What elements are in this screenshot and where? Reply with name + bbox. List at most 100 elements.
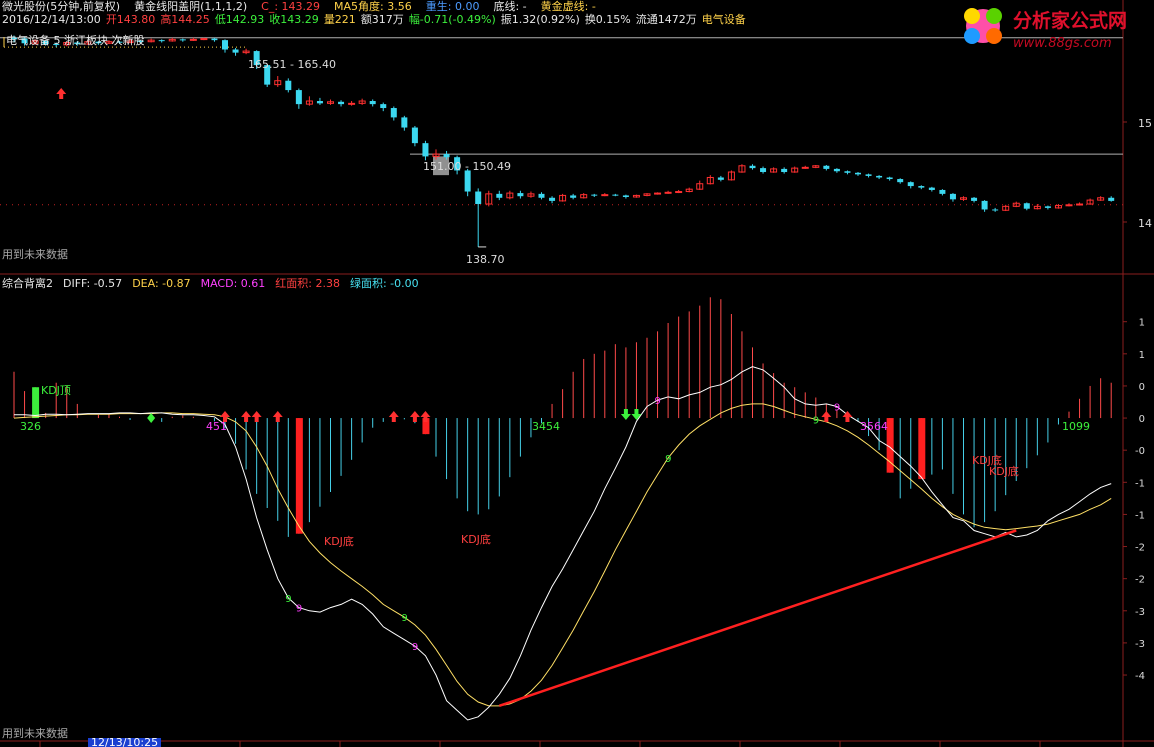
indicator-values-line: 综合背离2 DIFF: -0.57 DEA: -0.87 MACD: 0.61 红面积:… — [2, 277, 429, 290]
count-nine-label: 9 — [285, 594, 291, 605]
candle-body-down — [496, 193, 503, 198]
area-count-label: 1099 — [1062, 420, 1090, 433]
macd-y-tick-label: -2 — [1135, 543, 1145, 554]
candle-body-down — [949, 193, 956, 200]
header-item-6: 黄金虚线: - — [540, 0, 596, 13]
candle-body-up — [801, 166, 809, 169]
candle-body-down — [443, 154, 450, 158]
quote-item-8: 振1.32(0.92%) — [500, 13, 580, 26]
candle-body-down — [907, 182, 914, 187]
quote-item-2: 高144.25 — [160, 13, 210, 26]
candle-body-up — [1076, 203, 1084, 206]
candle-body-down — [591, 194, 598, 196]
count-nine-label: 9 — [412, 642, 418, 653]
candle-body-down — [865, 174, 872, 176]
up-arrow-signal-top — [56, 88, 67, 99]
kdj-bottom-label: KDJ底 — [989, 464, 1019, 478]
candle-body-down — [222, 40, 228, 50]
area-count-label: 3564 — [860, 420, 888, 433]
selected-time-label: 12/13/10:25 — [88, 738, 162, 747]
header-item-3: MA5角度: 3.56 — [334, 0, 412, 13]
header-item-5: 底线: - — [493, 0, 527, 13]
quote-item-0: 2016/12/14/13:00 — [2, 13, 101, 26]
candle-body-down — [422, 143, 429, 157]
header-item-2: C_: 143.29 — [261, 0, 321, 13]
kdj-signal-bar — [32, 387, 40, 419]
price-label-low: 138.70 — [466, 253, 505, 266]
candle-body-down — [179, 39, 186, 41]
quote-item-1: 开143.80 — [105, 13, 156, 26]
up-arrow-signal — [409, 411, 420, 423]
candle-body-down — [158, 40, 165, 42]
macd-y-tick-label: 1 — [1139, 318, 1145, 329]
macd-y-tick-label: -4 — [1135, 671, 1145, 682]
chart-canvas[interactable]: 1100-0-1-1-2-2-3-3-499999999326 451 3454 35… — [0, 0, 1154, 747]
candle-body-up — [200, 38, 208, 41]
header-item-0: 微光股份(5分钟,前复权) — [2, 0, 121, 13]
site-logo: 分析家公式网 www.88gs.com — [957, 0, 1154, 56]
candle-body-up — [675, 191, 683, 194]
header-item-1: 黄金线阳盖阴(1,1,1,2) — [134, 0, 248, 13]
candle-body-down — [876, 175, 883, 178]
logo-title: 分析家公式网 — [1013, 10, 1128, 32]
candle-body-down — [401, 117, 408, 128]
macd-y-tick-label: -1 — [1135, 478, 1145, 489]
count-nine-label: 9 — [834, 402, 840, 413]
candle-body-down — [971, 197, 978, 201]
candle-body-down — [475, 191, 482, 205]
macd-y-tick-label: -0 — [1135, 446, 1145, 457]
candle-body-up — [348, 102, 356, 105]
quote-item-7: 幅-0.71(-0.49%) — [408, 13, 496, 26]
price-label-high-1: 165.51 - 165.40 — [248, 58, 336, 71]
candle-body-down — [411, 127, 418, 144]
candle-body-down — [380, 104, 387, 109]
up-arrow-signal — [272, 411, 283, 423]
macd-y-tick-label: -3 — [1135, 639, 1145, 650]
kdj-signal-bar — [918, 418, 926, 480]
macd-y-tick-label: -3 — [1135, 607, 1145, 618]
quote-item-5: 量221 — [323, 13, 356, 26]
down-arrow-signal — [631, 409, 642, 421]
candle-body-down — [897, 179, 904, 183]
count-nine-label: 9 — [401, 613, 407, 624]
quote-item-6: 额317万 — [360, 13, 404, 26]
header-line-2: 2016/12/14/13:00 开143.80 高144.25 低142.93 收14… — [2, 13, 751, 26]
diff-line — [14, 366, 1112, 721]
quote-item-11: 电气设备 — [701, 13, 746, 26]
quote-item-10: 流通1472万 — [635, 13, 697, 26]
candle-body-down — [622, 195, 629, 197]
candle-body-up — [601, 194, 609, 197]
candle-body-up — [189, 38, 197, 41]
indicator-item-3: MACD: 0.61 — [200, 277, 266, 290]
count-nine-label: 9 — [296, 604, 302, 615]
header-item-4: 重生: 0.00 — [425, 0, 480, 13]
count-nine-label: 9 — [655, 396, 661, 407]
macd-y-tick-label: 1 — [1139, 350, 1145, 361]
candle-body-up — [1065, 204, 1073, 207]
indicator-item-4: 红面积: 2.38 — [275, 277, 340, 290]
quote-item-4: 收143.29 — [269, 13, 319, 26]
area-count-label: 451 — [206, 420, 227, 433]
candle-body-down — [369, 101, 376, 105]
candle-body-down — [390, 108, 397, 118]
divergence-trend-line — [498, 529, 1017, 708]
candle-body-down — [538, 193, 545, 198]
kdj-signal-bar — [295, 418, 303, 534]
candle-body-down — [211, 38, 218, 41]
candle-body-down — [918, 186, 925, 188]
candle-body-down — [749, 165, 756, 169]
candle-body-down — [232, 49, 239, 53]
candle-body-down — [549, 197, 556, 201]
candle-body-down — [517, 193, 524, 197]
indicator-item-0: 综合背离2 — [2, 277, 53, 290]
up-arrow-signal — [241, 411, 252, 423]
macd-y-tick-label: -1 — [1135, 510, 1145, 521]
candle-body-down — [833, 168, 840, 172]
up-arrow-signal — [821, 411, 832, 423]
candle-body-up — [654, 192, 662, 195]
candle-body-down — [1108, 197, 1115, 201]
price-label-high-2: 151.00 - 150.49 — [423, 160, 511, 173]
header-line-1: 微光股份(5分钟,前复权) 黄金线阳盖阴(1,1,1,2) C_: 143.29 MA… — [2, 0, 610, 13]
count-nine-label: 9 — [665, 454, 671, 465]
candle-body-down — [855, 172, 861, 175]
